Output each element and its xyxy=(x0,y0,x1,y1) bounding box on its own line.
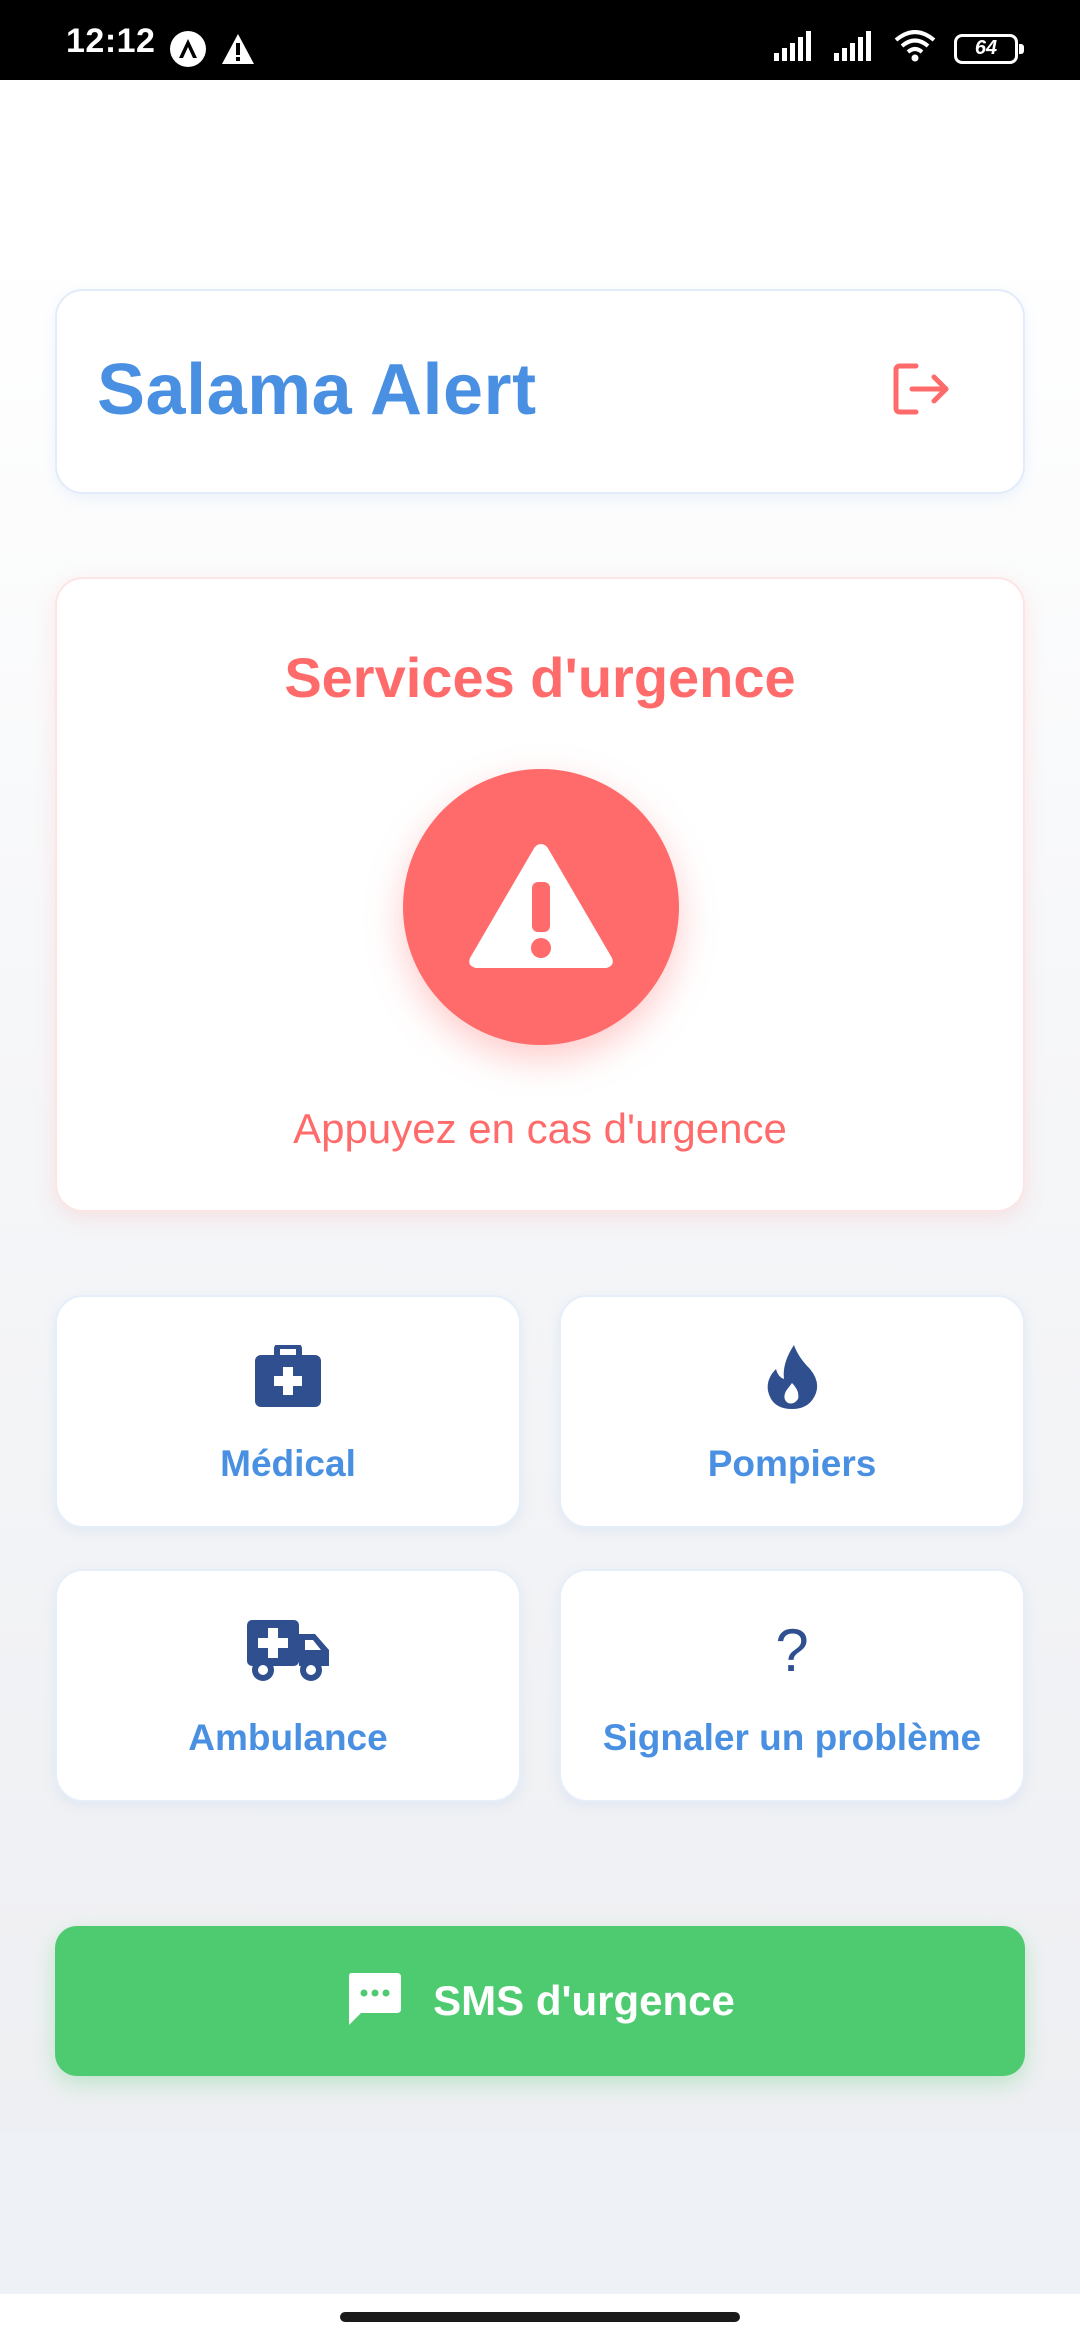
service-fire-button[interactable]: Pompiers xyxy=(559,1295,1025,1528)
battery-icon: 64 xyxy=(954,33,1024,64)
question-icon: ? xyxy=(775,1617,809,1684)
medical-kit-icon xyxy=(57,1341,519,1413)
logout-icon xyxy=(892,360,954,423)
signal-icon xyxy=(834,31,876,66)
signal-icon xyxy=(774,31,816,66)
home-indicator[interactable] xyxy=(340,2312,740,2322)
service-ambulance-button[interactable]: Ambulance xyxy=(55,1569,521,1802)
service-medical-label: Médical xyxy=(220,1443,356,1484)
emergency-card: Services d'urgence Appuyez en cas d'urge… xyxy=(55,577,1025,1212)
header-card: Salama Alert xyxy=(55,289,1025,494)
service-report-label: Signaler un problème xyxy=(602,1717,982,1758)
emergency-alert-button[interactable] xyxy=(403,769,679,1045)
bottom-area xyxy=(0,2132,1080,2294)
emergency-title: Services d'urgence xyxy=(284,646,796,709)
warning-triangle-icon xyxy=(462,834,620,981)
status-bar: 12:12 64 xyxy=(0,0,1080,80)
battery-level: 64 xyxy=(974,37,998,59)
emergency-subtitle: Appuyez en cas d'urgence xyxy=(293,1105,787,1152)
sms-emergency-label: SMS d'urgence xyxy=(433,1977,735,2024)
service-fire-label: Pompiers xyxy=(707,1443,877,1484)
service-medical-button[interactable]: Médical xyxy=(55,1295,521,1528)
alert-notification-icon xyxy=(220,32,256,71)
app-title: Salama Alert xyxy=(97,350,537,430)
service-ambulance-label: Ambulance xyxy=(188,1717,388,1758)
ambulance-icon xyxy=(57,1615,519,1687)
fire-icon xyxy=(561,1341,1023,1413)
status-time: 12:12 xyxy=(66,22,156,60)
service-report-button[interactable]: ? Signaler un problème xyxy=(559,1569,1025,1802)
app-notification-icon xyxy=(170,31,206,67)
logout-button[interactable] xyxy=(883,351,963,431)
sms-emergency-button[interactable]: SMS d'urgence xyxy=(55,1926,1025,2076)
message-icon xyxy=(345,1971,403,2032)
wifi-icon xyxy=(894,30,936,67)
